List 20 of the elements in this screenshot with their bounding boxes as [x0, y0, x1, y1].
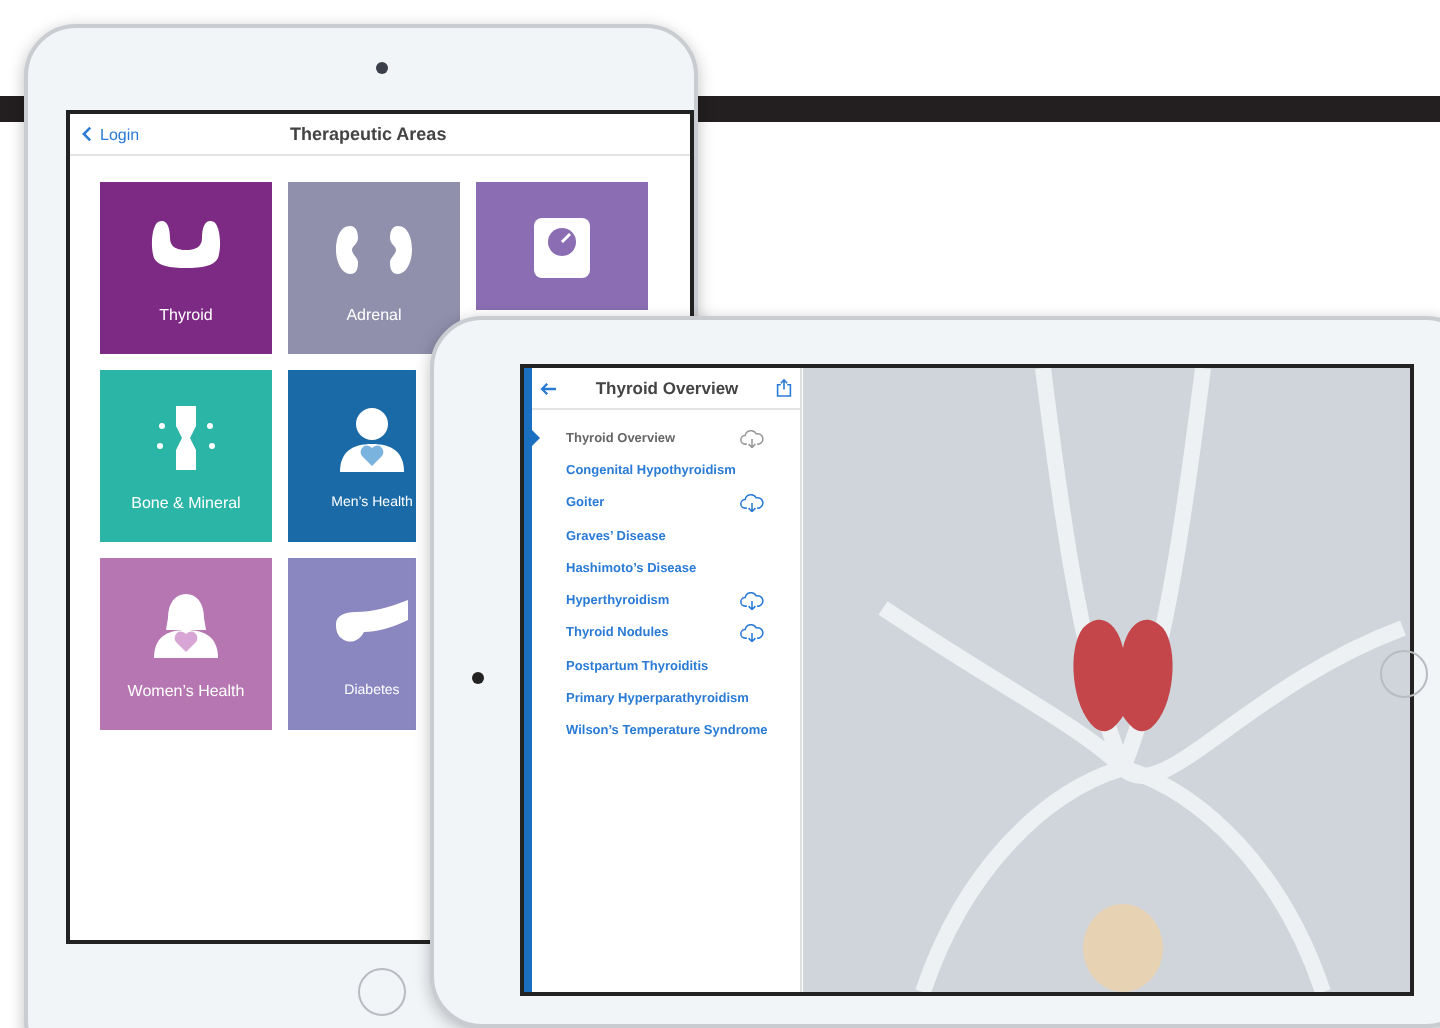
category-tile[interactable]: Bone & Mineral [100, 370, 272, 542]
camera-dot [376, 62, 388, 74]
pointer-icon [532, 430, 540, 446]
share-button[interactable] [776, 378, 792, 398]
login-link[interactable]: Login [70, 125, 140, 143]
back-button[interactable] [540, 381, 558, 395]
back-chevron-icon [82, 126, 92, 142]
category-tile[interactable]: Adrenal [288, 182, 460, 354]
tile-label: Women’s Health [127, 681, 245, 699]
share-icon [776, 378, 792, 398]
tile-label: Adrenal [346, 305, 402, 323]
screen-title: Thyroid Overview [595, 378, 739, 398]
category-tile[interactable]: Women’s Health [100, 558, 272, 730]
tile-label: Bone & Mineral [131, 493, 241, 511]
category-tile[interactable]: Thyroid [100, 182, 272, 354]
back-arrow-icon [540, 381, 558, 395]
tile-label: Thyroid [159, 305, 213, 323]
screen-title: Therapeutic Areas [290, 124, 447, 144]
category-tile[interactable] [476, 182, 648, 310]
camera-dot [472, 672, 484, 684]
